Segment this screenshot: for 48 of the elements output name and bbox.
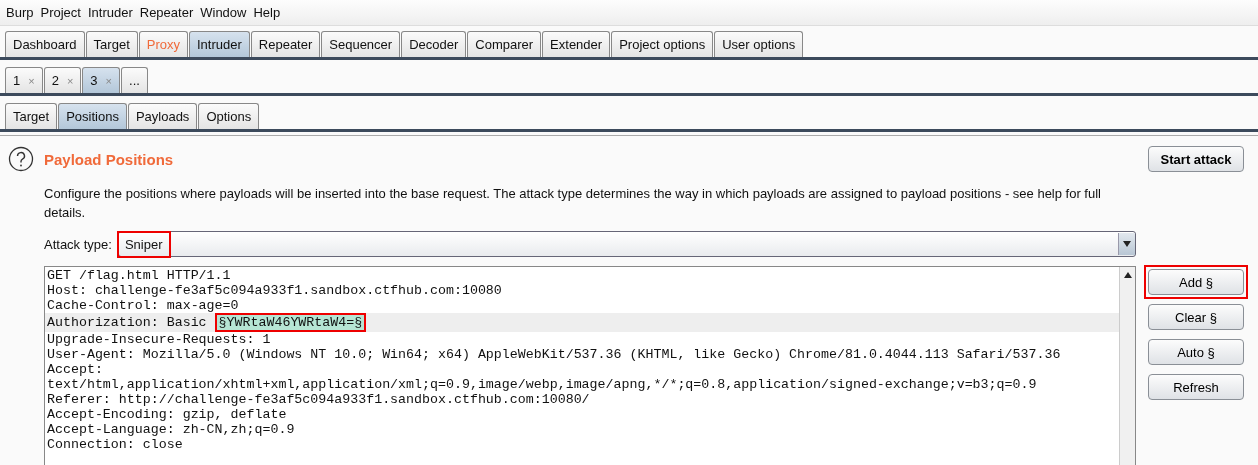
help-icon[interactable] (8, 146, 34, 172)
attack-type-dropdown[interactable]: Sniper (117, 231, 1136, 257)
new-tab-button[interactable]: ... (121, 67, 148, 93)
main-tab[interactable]: Comparer (467, 31, 542, 57)
main-tab[interactable]: Project options (611, 31, 714, 57)
main-tab[interactable]: Decoder (401, 31, 467, 57)
menu-item[interactable]: Project (40, 5, 81, 20)
section-title: Payload Positions (44, 150, 174, 168)
request-line: Accept-Language: zh-CN,zh;q=0.9 (46, 422, 296, 437)
position-button[interactable]: Auto § (1148, 339, 1244, 365)
main-tab[interactable]: Extender (542, 31, 611, 57)
request-line: Accept: (46, 362, 104, 377)
sub-tab[interactable]: Payloads (127, 103, 198, 129)
menu-item[interactable]: Help (253, 5, 281, 20)
request-line: text/html,application/xhtml+xml,application/xml;q=0.9,image/webp,image/apng,*/*;q=0.8,application/signed-exchange;v=b3;q=0.9 (46, 377, 1038, 392)
main-tab[interactable]: Repeater (250, 31, 321, 57)
main-tab[interactable]: Target (85, 31, 138, 57)
menu-item[interactable]: Repeater (139, 5, 194, 20)
menu-item[interactable]: Window (200, 5, 247, 20)
request-line: Connection: close (46, 437, 184, 452)
attack-type-label: Attack type: (44, 236, 112, 252)
main-tab[interactable]: User options (714, 31, 804, 57)
request-editor[interactable] (44, 266, 1136, 465)
main-tab[interactable]: Sequencer (321, 31, 401, 57)
description-text: Configure the positions where payloads will be inserted into the base request. The attack type determines the way in which payloads are assigned to payload positions - see help for full details. (44, 185, 1102, 222)
position-button[interactable]: Clear § (1148, 304, 1244, 330)
attack-tab[interactable]: 3 × (82, 67, 120, 93)
request-line: Accept-Encoding: gzip, deflate (46, 407, 288, 422)
sub-tab[interactable]: Target (5, 103, 58, 129)
main-tab[interactable]: Dashboard (5, 31, 85, 57)
dropdown-caret-icon (1123, 241, 1131, 247)
sub-tab[interactable]: Options (198, 103, 260, 129)
attack-tab[interactable]: 2 × (43, 67, 82, 93)
position-button[interactable]: Add § (1148, 269, 1244, 295)
sub-tab[interactable]: Positions (58, 103, 127, 129)
request-line: User-Agent: Mozilla/5.0 (Windows NT 10.0; Win64; x64) AppleWebKit/537.36 (KHTML, like Gecko) Chrome/81.0.4044.113 Safari/537.36 (46, 347, 1062, 362)
attack-tab[interactable]: 1 × (5, 67, 43, 93)
scroll-up-icon[interactable] (1123, 271, 1132, 278)
position-button[interactable]: Refresh (1148, 374, 1244, 400)
menu-item[interactable]: Intruder (87, 5, 133, 20)
start-attack-button[interactable]: Start attack (1148, 146, 1244, 172)
menu-item[interactable]: Burp (6, 5, 34, 20)
request-line: Upgrade-Insecure-Requests: 1 (46, 332, 272, 347)
request-line: Referer: http://challenge-fe3af5c094a933f1.sandbox.ctfhub.com:10080/ (46, 392, 591, 407)
request-line: GET /flag.html HTTP/1.1 (46, 268, 232, 283)
request-line: Cache-Control: max-age=0 (46, 298, 240, 313)
main-tab[interactable]: Intruder (189, 31, 250, 57)
request-line: Host: challenge-fe3af5c094a933f1.sandbox.ctfhub.com:10080 (46, 283, 503, 298)
